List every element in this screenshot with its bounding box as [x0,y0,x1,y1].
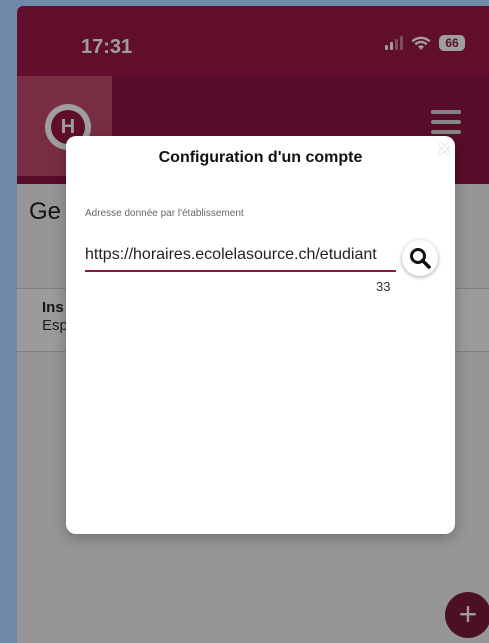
url-input[interactable]: https://horaires.ecolelasource.ch/etudia… [85,246,399,264]
url-input-underline [85,270,396,272]
char-counter: 33 [376,279,391,294]
search-icon [410,248,431,269]
modal-title: Configuration d'un compte [158,149,363,166]
account-config-modal: × Configuration d'un compte Adresse donn… [66,136,455,534]
url-field-label: Adresse donnée par l'établissement [85,208,244,219]
app-screen: 17:31 66 H Ge Ins Esp + × Configuration … [17,6,489,643]
search-button[interactable] [402,240,438,276]
